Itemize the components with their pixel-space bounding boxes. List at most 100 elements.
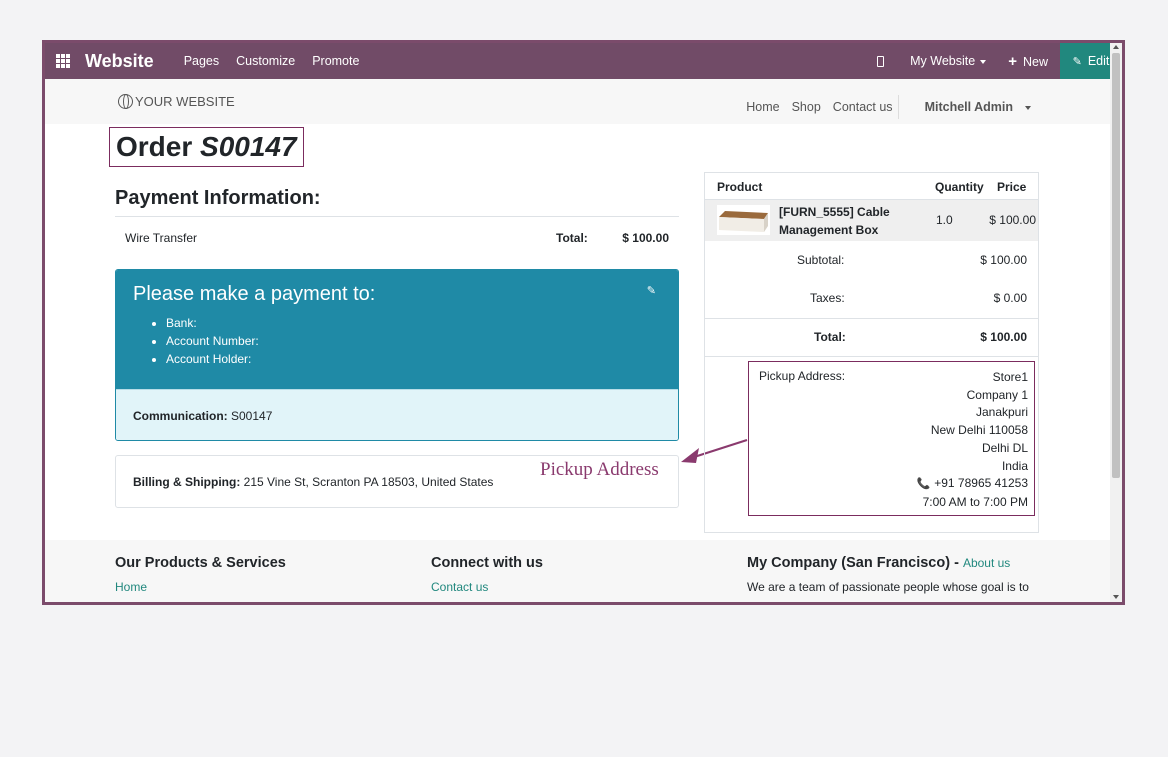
payment-instructions-box: Please make a payment to: ✎ Bank: Accoun… (115, 269, 679, 441)
pickup-company: Company 1 (966, 387, 1028, 402)
new-button-label: New (1022, 54, 1048, 69)
top-menu: Pages Customize Promote (184, 54, 360, 68)
payment-total-value: $ 100.00 (622, 231, 669, 245)
site-logo-text: YOUR WEBSITE (135, 94, 235, 109)
product-image[interactable] (717, 205, 770, 235)
pickup-address: Store1 Company 1 Janakpuri New Delhi 110… (917, 369, 1028, 512)
payment-method: Wire Transfer (125, 231, 198, 245)
site-nav: Home Shop Contact us Mitchell Admin (734, 95, 1031, 119)
nav-divider (897, 95, 899, 119)
order-number: S00147 (200, 131, 297, 162)
pickup-state: Delhi DL (981, 440, 1028, 455)
payment-total-label: Total: (556, 231, 588, 245)
menu-customize[interactable]: Customize (236, 54, 295, 68)
footer-col-company: My Company (San Francisco) - About us We… (747, 555, 1029, 594)
pickup-city: New Delhi 110058 (930, 423, 1028, 438)
pickup-phone-row: 📞 +91 78965 41253 (917, 475, 1028, 494)
scroll-down-icon[interactable] (1113, 595, 1119, 599)
product-price: $ 100.00 (989, 213, 1036, 227)
product-name-line2: Management Box (779, 223, 879, 237)
browser-frame: Website Pages Customize Promote My Websi… (42, 40, 1125, 605)
pickup-address-box: Pickup Address: Store1 Company 1 Janakpu… (748, 361, 1035, 516)
product-quantity: 1.0 (936, 213, 953, 227)
menu-promote[interactable]: Promote (312, 54, 359, 68)
footer-col3-title: My Company (San Francisco) (747, 555, 951, 571)
footer-col1-title: Our Products & Services (115, 555, 286, 571)
new-button[interactable]: + New (1008, 53, 1048, 70)
pencil-icon: ✎ (1072, 55, 1082, 68)
col-price: Price (997, 180, 1027, 194)
site-logo[interactable]: YOUR WEBSITE (118, 94, 235, 109)
col-product: Product (717, 180, 763, 194)
payment-instructions: Please make a payment to: ✎ Bank: Accoun… (116, 270, 678, 389)
app-brand[interactable]: Website (85, 51, 154, 72)
pickup-label: Pickup Address: (759, 369, 846, 383)
website-selector-label: My Website (910, 54, 976, 68)
instruction-bank: Bank: (166, 314, 259, 332)
admin-topbar: Website Pages Customize Promote My Websi… (45, 43, 1122, 79)
communication: Communication: S00147 (133, 409, 272, 423)
col-quantity: Quantity (935, 180, 984, 194)
pickup-hours: 7:00 AM to 7:00 PM (922, 494, 1028, 509)
annotation-label: Pickup Address (540, 459, 659, 480)
taxes-value: $ 0.00 (993, 291, 1027, 305)
payment-row: Wire Transfer Total: $ 100.00 (115, 216, 679, 256)
globe-icon (118, 94, 133, 109)
mobile-preview-icon[interactable] (877, 55, 885, 67)
caret-down-icon (1025, 105, 1031, 110)
payment-heading: Payment Information: (115, 187, 321, 209)
order-summary: Product Quantity Price [FURN_5555] Cable… (704, 172, 1039, 533)
subtotal-label: Subtotal: (797, 253, 845, 267)
site-header: YOUR WEBSITE Home Shop Contact us Mitche… (45, 79, 1110, 124)
edit-button-label: Edit (1087, 54, 1110, 68)
scroll-up-icon[interactable] (1113, 45, 1119, 49)
nav-home[interactable]: Home (746, 100, 779, 114)
nav-contact[interactable]: Contact us (833, 100, 893, 114)
communication-label: Communication: (133, 409, 228, 423)
product-name-line1: [FURN_5555] Cable (779, 205, 890, 219)
footer-link-home[interactable]: Home (115, 580, 286, 594)
user-name: Mitchell Admin (924, 100, 1013, 114)
pickup-phone: +91 78965 41253 (934, 476, 1028, 491)
pickup-country: India (1001, 458, 1028, 473)
website-selector[interactable]: My Website (910, 54, 987, 68)
footer-link-about[interactable]: About us (963, 556, 1010, 570)
footer-col3-heading: My Company (San Francisco) - About us (747, 555, 1011, 571)
footer-col-connect: Connect with us Contact us (431, 555, 543, 594)
instruction-account-number: Account Number: (166, 332, 259, 350)
topbar-right: My Website + New ✎ Edit (877, 43, 1122, 79)
summary-header: Product Quantity Price (705, 173, 1038, 200)
menu-pages[interactable]: Pages (184, 54, 219, 68)
scrollbar-thumb[interactable] (1112, 53, 1120, 478)
subtotal-value: $ 100.00 (980, 253, 1027, 267)
product-name[interactable]: [FURN_5555] Cable Management Box (779, 203, 899, 239)
footer-link-contact[interactable]: Contact us (431, 580, 543, 594)
communication-row: Communication: S00147 (116, 389, 678, 440)
table-row: [FURN_5555] Cable Management Box 1.0 $ 1… (705, 200, 1038, 241)
summary-divider (705, 318, 1038, 319)
billing-label: Billing & Shipping: (133, 475, 241, 489)
apps-menu-icon[interactable] (56, 54, 70, 68)
footer-col-products: Our Products & Services Home (115, 555, 286, 594)
footer-col2-title: Connect with us (431, 555, 543, 571)
pickup-street: Janakpuri (975, 405, 1028, 420)
summary-total-value: $ 100.00 (980, 330, 1027, 344)
payment-instructions-title: Please make a payment to: (133, 283, 376, 305)
communication-value: S00147 (227, 409, 273, 423)
site-footer: Our Products & Services Home Connect wit… (45, 540, 1110, 602)
payment-instructions-list: Bank: Account Number: Account Holder: (166, 314, 259, 368)
summary-total-label: Total: (814, 330, 846, 344)
billing-value: 215 Vine St, Scranton PA 18503, United S… (240, 475, 494, 489)
taxes-label: Taxes: (810, 291, 845, 305)
phone-icon: 📞 (916, 478, 931, 491)
summary-divider (705, 356, 1038, 357)
billing-shipping: Billing & Shipping: 215 Vine St, Scranto… (133, 475, 493, 489)
footer-company-text: We are a team of passionate people whose… (747, 580, 1029, 594)
pickup-store: Store1 (992, 370, 1028, 384)
user-menu[interactable]: Mitchell Admin (913, 100, 1031, 114)
pencil-icon[interactable]: ✎ (647, 284, 656, 297)
instruction-account-holder: Account Holder: (166, 350, 259, 368)
nav-shop[interactable]: Shop (792, 100, 821, 114)
plus-icon: + (1008, 52, 1017, 70)
page-scrollbar[interactable] (1110, 43, 1122, 602)
